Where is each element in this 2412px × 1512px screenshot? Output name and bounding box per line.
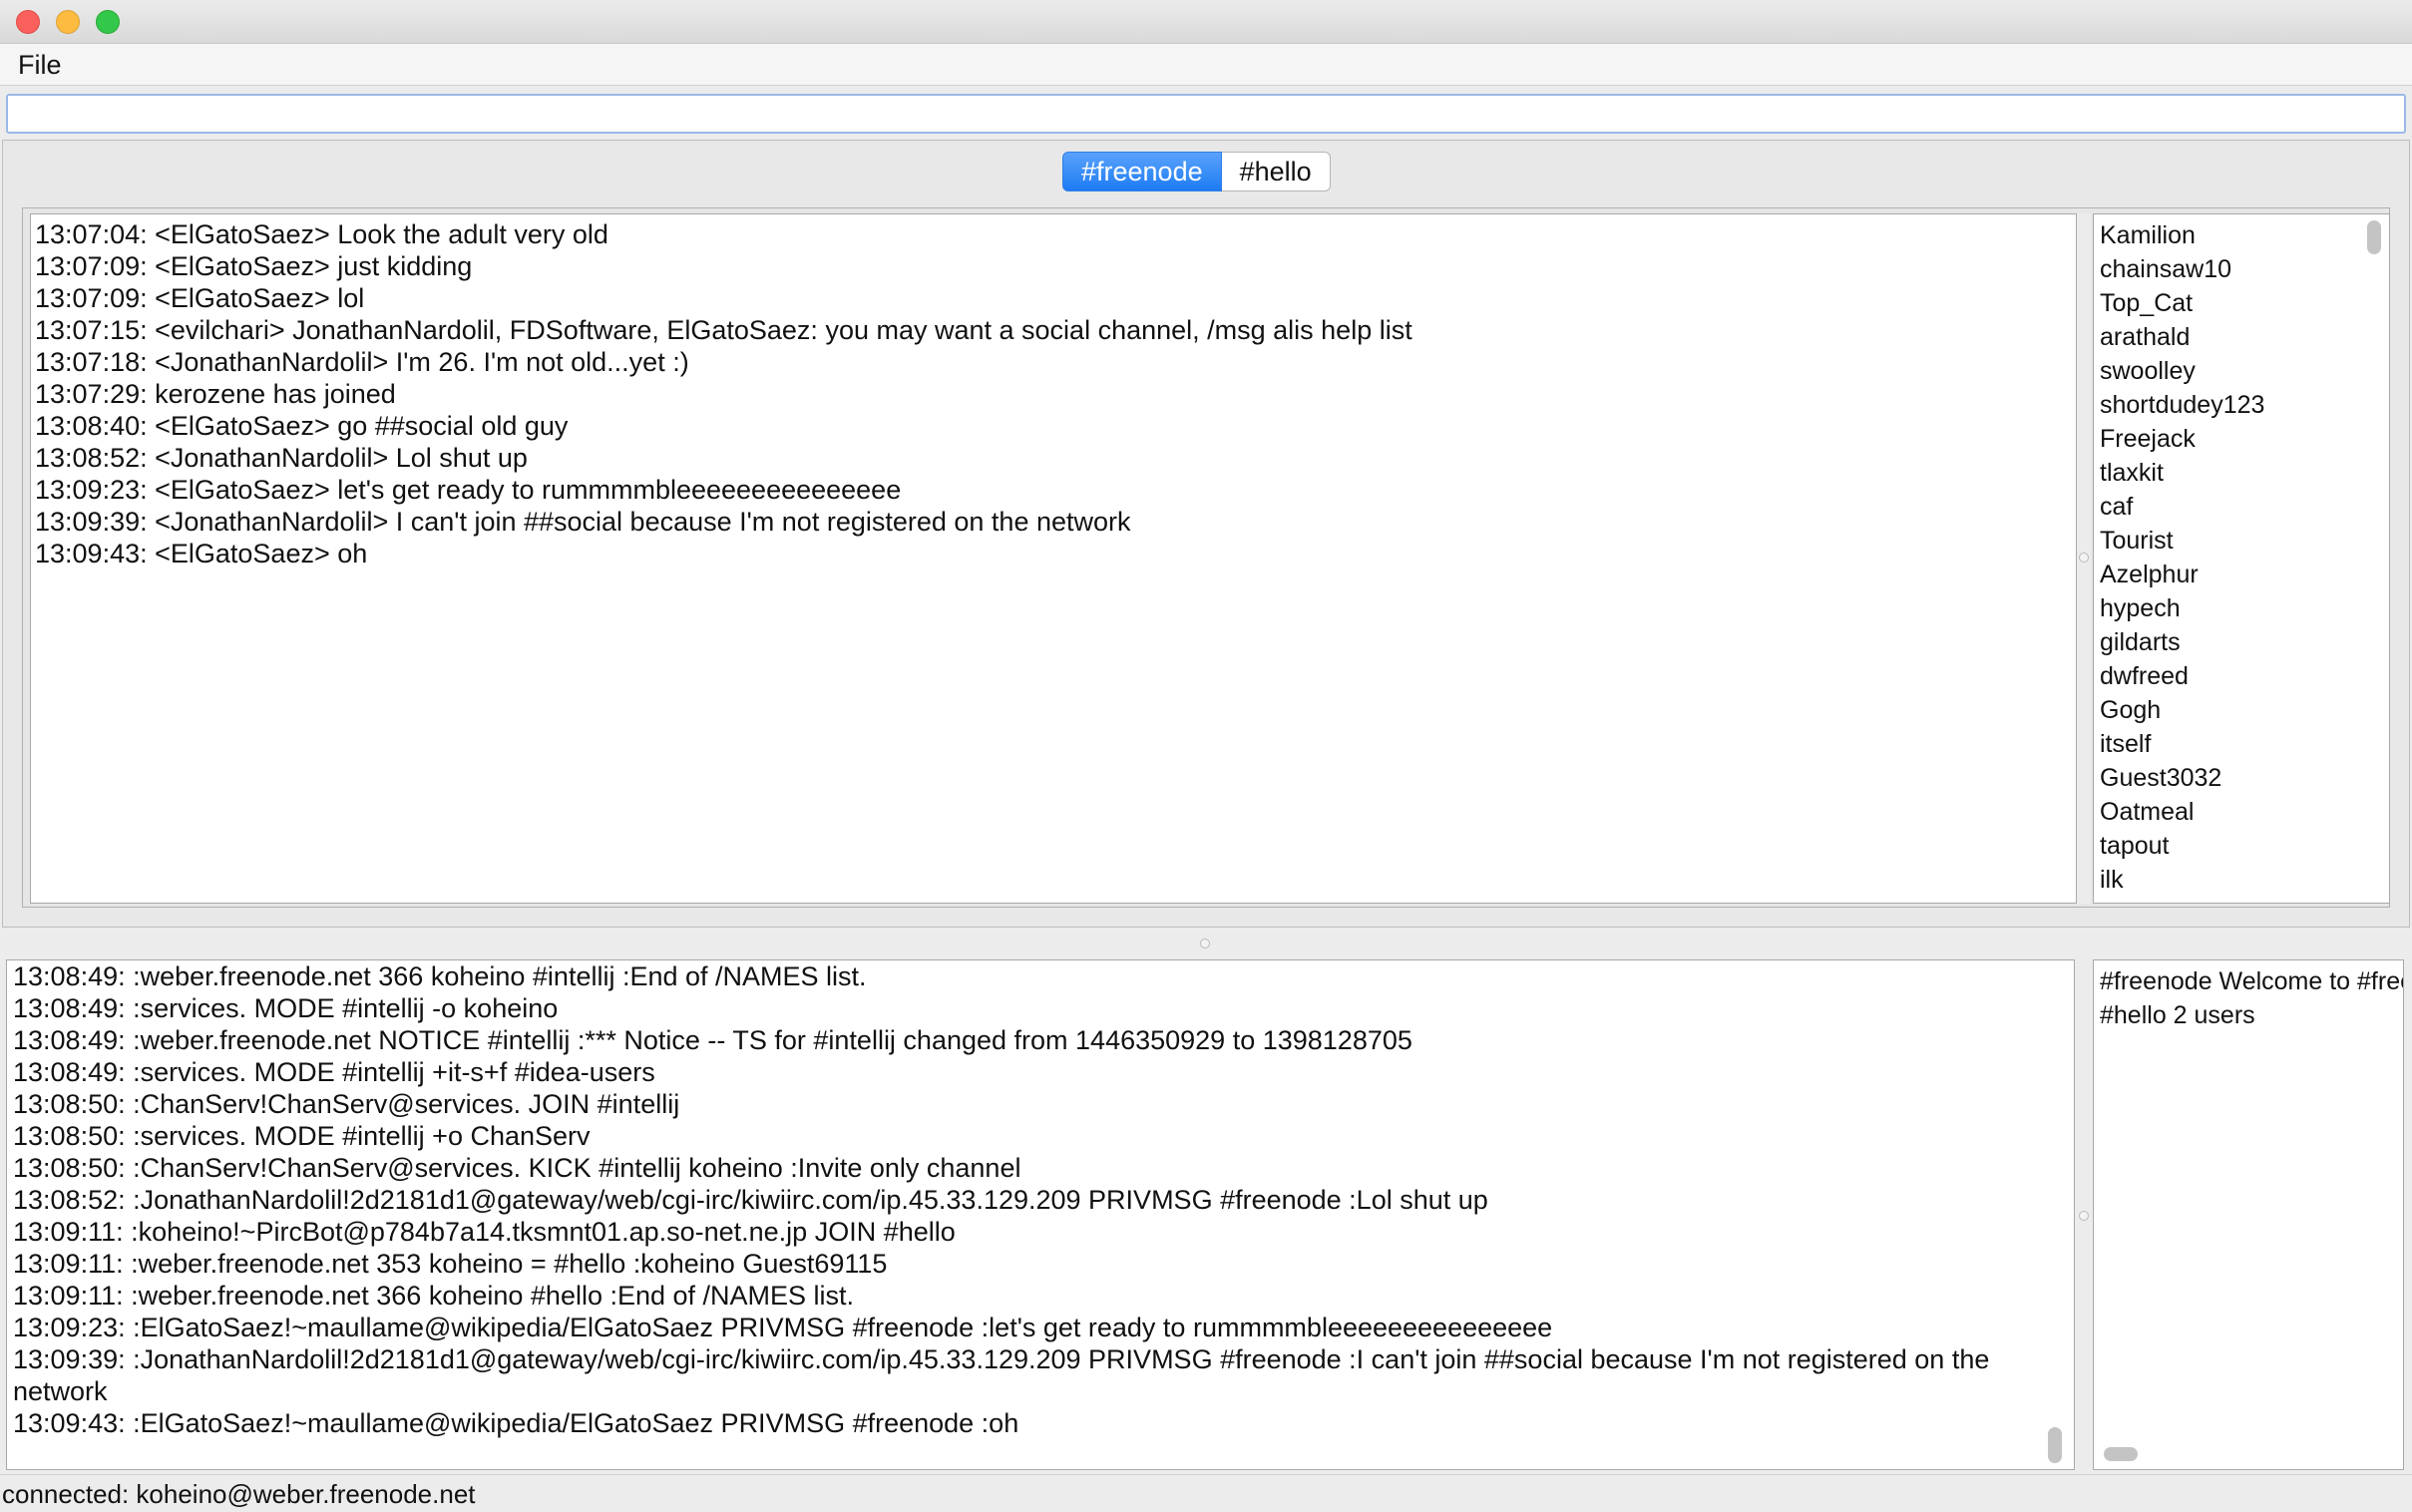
tab-hello[interactable]: #hello	[1221, 152, 1331, 191]
chat-message: 13:08:52: <JonathanNardolil> Lol shut up	[35, 443, 528, 473]
command-input[interactable]	[6, 94, 2406, 134]
user-list-item[interactable]: tlaxkit	[2094, 456, 2389, 490]
status-bar: connected: koheino@weber.freenode.net	[0, 1474, 2412, 1512]
connection-status: connected: koheino@weber.freenode.net	[2, 1479, 476, 1509]
server-log[interactable]: 13:08:49: :weber.freenode.net 366 kohein…	[6, 959, 2075, 1470]
log-line: 13:08:52: :JonathanNardolil!2d2181d1@gat…	[13, 1185, 1488, 1215]
chat-messages[interactable]: 13:07:04: <ElGatoSaez> Look the adult ve…	[30, 213, 2077, 904]
chat-message: 13:09:43: <ElGatoSaez> oh	[35, 539, 368, 568]
window-titlebar	[0, 0, 2412, 44]
log-line: 13:08:50: :ChanServ!ChanServ@services. K…	[13, 1153, 1021, 1183]
chat-message: 13:07:04: <ElGatoSaez> Look the adult ve…	[35, 219, 608, 249]
splitter-grip-icon	[1200, 939, 1210, 948]
log-line: 13:09:11: :koheino!~PircBot@p784b7a14.tk…	[13, 1217, 956, 1247]
channel-list-panel[interactable]: #freenode Welcome to #freenode#hello 2 u…	[2093, 959, 2404, 1470]
log-line: 13:08:49: :services. MODE #intellij +it-…	[13, 1057, 655, 1087]
log-line: 13:09:23: :ElGatoSaez!~maullame@wikipedi…	[13, 1313, 1553, 1342]
chat-users-splitter[interactable]	[2077, 213, 2091, 904]
chat-message: 13:07:09: <ElGatoSaez> just kidding	[35, 251, 473, 281]
zoom-window-icon[interactable]	[96, 10, 120, 34]
user-list: Kamilion chainsaw10 Top_Cat arathald swoolle…	[2094, 214, 2389, 897]
chat-message: 13:07:29: kerozene has joined	[35, 379, 396, 409]
channel-list: #freenode Welcome to #freenode#hello 2 u…	[2094, 960, 2403, 1032]
log-line: 13:09:39: :JonathanNardolil!2d2181d1@gat…	[13, 1344, 1990, 1406]
chat-message: 13:09:39: <JonathanNardolil> I can't joi…	[35, 507, 1131, 537]
file-menu[interactable]: File	[18, 50, 62, 81]
user-list-scrollbar[interactable]	[2367, 220, 2381, 254]
log-line: 13:08:49: :weber.freenode.net 366 kohein…	[13, 961, 867, 991]
pane-splitter[interactable]	[0, 930, 2412, 959]
user-list-panel[interactable]: Kamilion chainsaw10 Top_Cat arathald swoolle…	[2093, 213, 2390, 904]
log-line: 13:09:11: :weber.freenode.net 353 kohein…	[13, 1249, 888, 1279]
chat-message: 13:07:15: <evilchari> JonathanNardolil, …	[35, 315, 1412, 345]
chat-message: 13:07:09: <ElGatoSaez> lol	[35, 283, 365, 313]
minimize-window-icon[interactable]	[56, 10, 80, 34]
user-list-item[interactable]: shortdudey123	[2094, 388, 2389, 422]
channel-list-item[interactable]: #hello 2 users	[2094, 998, 2403, 1032]
channel-list-scrollbar[interactable]	[2104, 1447, 2138, 1461]
command-input-wrapper	[6, 94, 2406, 134]
user-list-item[interactable]: Tourist	[2094, 524, 2389, 558]
tab-freenode[interactable]: #freenode	[1062, 152, 1222, 191]
user-list-item[interactable]: Azelphur	[2094, 558, 2389, 591]
user-list-item[interactable]: hypech	[2094, 591, 2389, 625]
chat-message-list: 13:07:04: <ElGatoSaez> Look the adult ve…	[31, 214, 2076, 569]
user-list-item[interactable]: chainsaw10	[2094, 252, 2389, 286]
splitter-grip-icon	[2079, 553, 2089, 563]
user-list-item[interactable]: Oatmeal	[2094, 795, 2389, 829]
user-list-item[interactable]: ilk	[2094, 863, 2389, 897]
menu-bar: File	[0, 44, 2412, 86]
log-line: 13:08:50: :ChanServ!ChanServ@services. J…	[13, 1089, 680, 1119]
log-line: 13:08:49: :weber.freenode.net NOTICE #in…	[13, 1025, 1412, 1055]
user-list-item[interactable]: caf	[2094, 490, 2389, 524]
chat-message: 13:07:18: <JonathanNardolil> I'm 26. I'm…	[35, 347, 689, 377]
user-list-item[interactable]: Guest3032	[2094, 761, 2389, 795]
server-log-scrollbar[interactable]	[2048, 1427, 2062, 1463]
splitter-grip-icon	[2079, 1211, 2089, 1221]
user-list-item[interactable]: dwfreed	[2094, 659, 2389, 693]
log-line: 13:08:50: :services. MODE #intellij +o C…	[13, 1121, 591, 1151]
chat-message: 13:09:23: <ElGatoSaez> let's get ready t…	[35, 475, 902, 505]
server-log-list: 13:08:49: :weber.freenode.net 366 kohein…	[7, 960, 2036, 1439]
user-list-item[interactable]: Gogh	[2094, 693, 2389, 727]
user-list-item[interactable]: Kamilion	[2094, 218, 2389, 252]
user-list-item[interactable]: Top_Cat	[2094, 286, 2389, 320]
user-list-item[interactable]: gildarts	[2094, 625, 2389, 659]
channel-tabs: #freenode #hello	[1062, 152, 1331, 191]
user-list-item[interactable]: itself	[2094, 727, 2389, 761]
channel-list-item[interactable]: #freenode Welcome to #freenode	[2094, 964, 2403, 998]
user-list-item[interactable]: arathald	[2094, 320, 2389, 354]
user-list-item[interactable]: swoolley	[2094, 354, 2389, 388]
log-channels-splitter[interactable]	[2077, 959, 2091, 1470]
user-list-item[interactable]: tapout	[2094, 829, 2389, 863]
chat-message: 13:08:40: <ElGatoSaez> go ##social old g…	[35, 411, 569, 441]
user-list-item[interactable]: Freejack	[2094, 422, 2389, 456]
close-window-icon[interactable]	[16, 10, 40, 34]
log-line: 13:09:11: :weber.freenode.net 366 kohein…	[13, 1281, 855, 1311]
log-line: 13:08:49: :services. MODE #intellij -o k…	[13, 993, 559, 1023]
log-line: 13:09:43: :ElGatoSaez!~maullame@wikipedi…	[13, 1408, 1019, 1438]
